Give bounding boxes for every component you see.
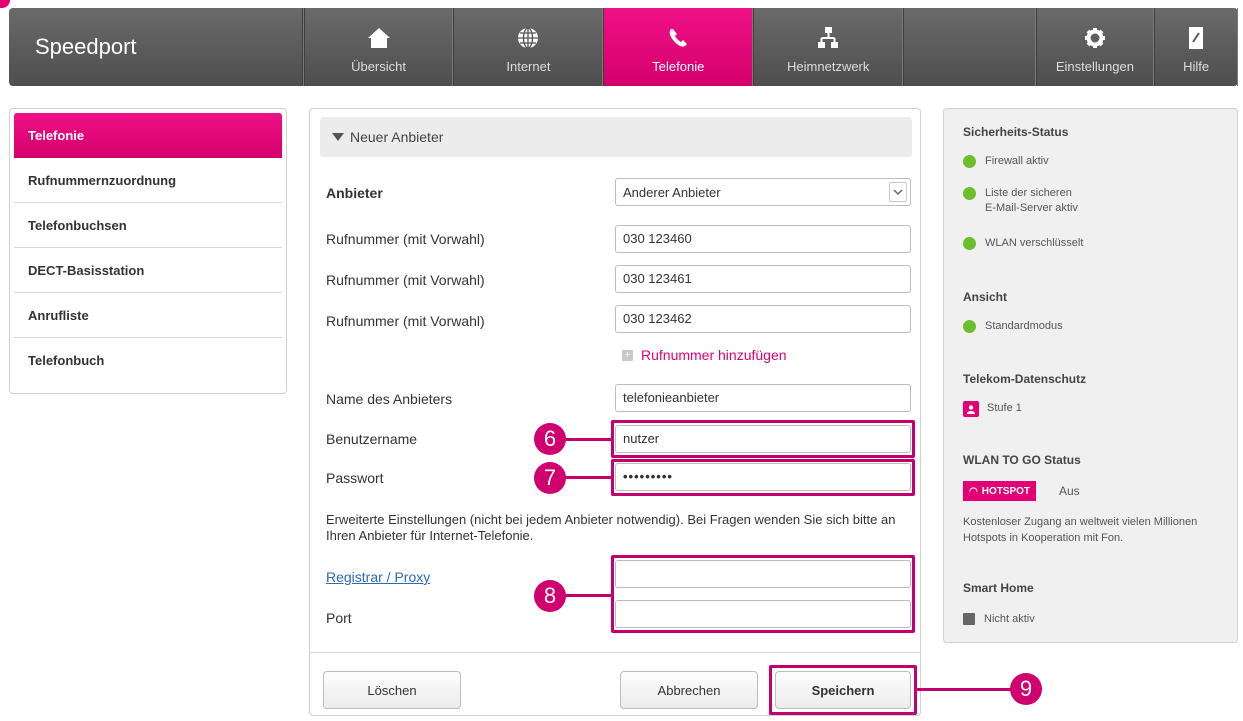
network-icon xyxy=(815,25,841,51)
view-title: Ansicht xyxy=(963,290,1008,304)
status-panel: Sicherheits-Status Firewall aktiv Liste … xyxy=(943,108,1238,643)
add-number-label: Rufnummer hinzufügen xyxy=(641,347,787,363)
wlan-status-text: WLAN verschlüsselt xyxy=(985,237,1084,249)
callout-9: 9 xyxy=(1010,673,1042,705)
number-label-2: Rufnummer (mit Vorwahl) xyxy=(326,272,485,288)
plus-icon: + xyxy=(622,349,633,361)
hotspot-wifi-icon: ◠ xyxy=(969,485,978,497)
callout-6: 6 xyxy=(534,423,566,455)
security-status-title: Sicherheits-Status xyxy=(963,125,1069,139)
username-label: Benutzername xyxy=(326,431,418,447)
corner-mark xyxy=(0,0,10,8)
nav-item-internet[interactable]: Internet xyxy=(453,8,604,86)
hotspot-badge[interactable]: ◠ HOTSPOT xyxy=(963,481,1037,501)
privacy-title: Telekom-Datenschutz xyxy=(963,372,1087,386)
nav-item-label: Heimnetzwerk xyxy=(787,59,870,74)
help-book-icon xyxy=(1183,25,1209,51)
username-highlight xyxy=(611,420,915,458)
smart-home-title: Smart Home xyxy=(963,581,1034,595)
port-label: Port xyxy=(326,610,352,626)
nav-item-uebersicht[interactable]: Übersicht xyxy=(303,8,454,86)
callout-7: 7 xyxy=(534,462,566,494)
advanced-settings-info: Erweiterte Einstellungen (nicht bei jede… xyxy=(326,512,896,543)
status-ok-icon xyxy=(963,320,976,333)
provider-select[interactable]: Anderer Anbieter xyxy=(615,178,911,206)
number-label-1: Rufnummer (mit Vorwahl) xyxy=(326,231,485,247)
delete-button[interactable]: Löschen xyxy=(323,671,461,709)
callout-line-7 xyxy=(562,476,612,479)
hotspot-badge-label: HOTSPOT xyxy=(981,485,1031,497)
status-ok-icon xyxy=(963,187,976,200)
provider-name-field[interactable]: telefonieanbieter xyxy=(615,384,911,412)
section-header[interactable]: Neuer Anbieter xyxy=(320,117,912,157)
globe-icon xyxy=(515,25,541,51)
callout-line-9 xyxy=(917,688,1011,691)
number-field-3[interactable]: 030 123462 xyxy=(615,305,911,333)
brand-logo[interactable]: Speedport xyxy=(9,8,302,86)
save-highlight xyxy=(769,665,917,715)
provider-name-label: Name des Anbieters xyxy=(326,391,453,407)
registrar-proxy-link[interactable]: Registrar / Proxy xyxy=(326,569,430,585)
privacy-level-text: Stufe 1 xyxy=(987,402,1022,414)
status-ok-icon xyxy=(963,237,976,250)
wlan-status: WLAN verschlüsselt xyxy=(963,236,1083,251)
sidebar-item-dect-basisstation[interactable]: DECT-Basisstation xyxy=(14,248,282,293)
privacy-level[interactable]: Stufe 1 xyxy=(963,401,1022,417)
advanced-fields-highlight xyxy=(611,555,915,633)
nav-spacer xyxy=(903,8,1036,86)
provider-select-value: Anderer Anbieter xyxy=(623,184,721,200)
callout-line-6 xyxy=(562,438,612,441)
view-mode-status[interactable]: Standardmodus xyxy=(963,319,1063,334)
wlan-to-go-title: WLAN TO GO Status xyxy=(963,453,1081,467)
provider-form-panel: Neuer Anbieter Anbieter Anderer Anbieter… xyxy=(309,108,921,716)
mail-server-status-text: Liste der sicheren E-Mail-Server aktiv xyxy=(985,186,1078,216)
nav-item-label: Telefonie xyxy=(652,59,705,74)
section-title: Neuer Anbieter xyxy=(350,129,444,145)
hotspot-description: Kostenloser Zugang an weltweit vielen Mi… xyxy=(963,516,1198,544)
privacy-shield-icon xyxy=(963,401,979,417)
mail-server-status: Liste der sicheren E-Mail-Server aktiv xyxy=(963,186,1078,216)
chevron-down-icon[interactable] xyxy=(889,182,907,202)
sidebar-item-anrufliste[interactable]: Anrufliste xyxy=(14,293,282,338)
home-icon xyxy=(366,25,392,51)
form-divider xyxy=(310,652,920,653)
number-field-2[interactable]: 030 123461 xyxy=(615,265,911,293)
nav-item-hilfe[interactable]: Hilfe xyxy=(1154,8,1239,86)
nav-item-label: Hilfe xyxy=(1183,59,1210,74)
sidebar-item-telefonbuchsen[interactable]: Telefonbuchsen xyxy=(14,203,282,248)
callout-line-8 xyxy=(562,594,612,597)
nav-item-heimnetzwerk[interactable]: Heimnetzwerk xyxy=(753,8,904,86)
smart-home-status-text: Nicht aktiv xyxy=(984,613,1035,625)
sidebar-item-rufnummernzuordnung[interactable]: Rufnummernzuordnung xyxy=(14,158,282,203)
sidebar-item-telefonie[interactable]: Telefonie xyxy=(14,113,282,158)
nav-item-einstellungen[interactable]: Einstellungen xyxy=(1035,8,1155,86)
nav-item-label: Einstellungen xyxy=(1055,59,1134,74)
firewall-status-text: Firewall aktiv xyxy=(985,155,1049,167)
password-label: Passwort xyxy=(326,470,384,486)
mail-server-line-2: E-Mail-Server aktiv xyxy=(985,202,1078,214)
add-number-link[interactable]: + Rufnummer hinzufügen xyxy=(622,347,787,363)
sidebar-item-telefonbuch[interactable]: Telefonbuch xyxy=(14,338,282,383)
provider-label: Anbieter xyxy=(326,185,383,201)
nav-item-label: Übersicht xyxy=(351,59,406,74)
sidebar: Telefonie Rufnummernzuordnung Telefonbuc… xyxy=(9,108,287,394)
password-highlight xyxy=(611,459,915,496)
cancel-button[interactable]: Abbrechen xyxy=(620,671,758,709)
smart-home-status[interactable]: Nicht aktiv xyxy=(963,612,1035,627)
number-label-3: Rufnummer (mit Vorwahl) xyxy=(326,313,485,329)
view-mode-text: Standardmodus xyxy=(985,320,1063,332)
gear-icon xyxy=(1082,25,1108,51)
status-ok-icon xyxy=(963,155,976,168)
number-field-1[interactable]: 030 123460 xyxy=(615,225,911,253)
top-navigation: Speedport Übersicht Internet Telefonie H… xyxy=(9,8,1239,86)
callout-8: 8 xyxy=(534,580,566,612)
nav-item-telefonie[interactable]: Telefonie xyxy=(603,8,754,86)
phone-icon xyxy=(665,25,691,51)
firewall-status: Firewall aktiv xyxy=(963,154,1049,169)
nav-item-label: Internet xyxy=(506,59,551,74)
mail-server-line-1: Liste der sicheren xyxy=(985,187,1072,199)
hotspot-state: Aus xyxy=(1059,484,1080,498)
smart-home-icon xyxy=(963,613,975,625)
collapse-triangle-icon xyxy=(332,133,344,141)
